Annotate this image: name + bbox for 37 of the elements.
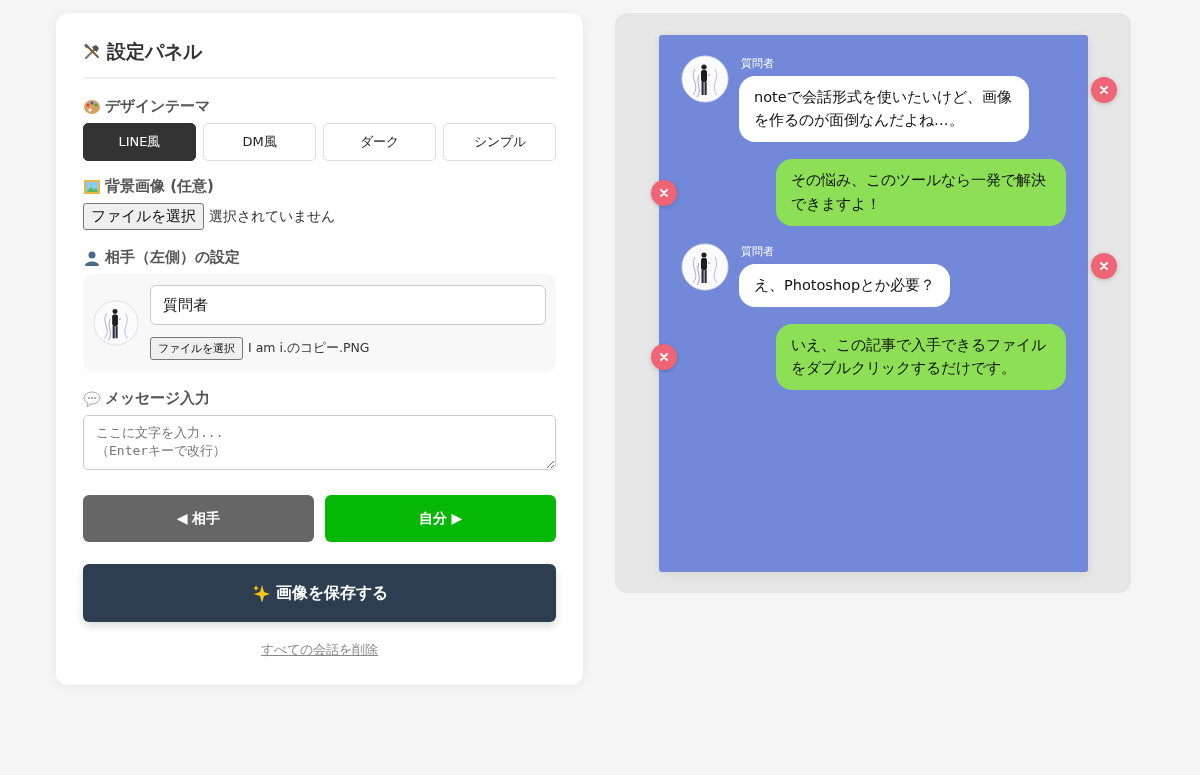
panel-title: 設定パネル bbox=[107, 39, 202, 64]
close-icon bbox=[660, 188, 668, 197]
section-label: 背景画像 (任意) bbox=[105, 177, 214, 196]
message-bubble: noteで会話形式を使いたいけど、画像を作るのが面倒なんだよね…。 bbox=[739, 76, 1029, 143]
message-input[interactable]: ここに文字を入力... （Enterキーで改行） bbox=[83, 415, 556, 470]
tools-icon bbox=[83, 43, 101, 61]
sender-name: 質問者 bbox=[741, 243, 775, 259]
close-icon bbox=[660, 353, 668, 362]
close-icon bbox=[1100, 85, 1108, 94]
image-icon bbox=[83, 177, 101, 196]
section-label: デザインテーマ bbox=[105, 97, 210, 116]
delete-button[interactable] bbox=[1091, 76, 1117, 103]
sparkle-icon bbox=[251, 584, 270, 602]
file-button[interactable]: ファイルを選択 bbox=[150, 337, 243, 360]
message-bubble: いえ、この記事で入手できるファイルをダブルクリックするだけです。 bbox=[776, 323, 1066, 391]
partner-send-button[interactable]: ◀ 相手 bbox=[83, 495, 314, 542]
file-button[interactable]: ファイルを選択 bbox=[83, 203, 204, 230]
sender-name: 質問者 bbox=[741, 56, 775, 71]
theme-button[interactable]: DM風 bbox=[203, 123, 316, 161]
delete-button[interactable] bbox=[1091, 252, 1117, 279]
file-name: 選択されていません bbox=[209, 207, 335, 226]
message-bubble: え、Photoshopとか必要？ bbox=[739, 263, 951, 307]
palette-icon bbox=[83, 97, 101, 116]
section-label: 相手（左側）の設定 bbox=[105, 248, 240, 267]
delete-button[interactable] bbox=[651, 344, 677, 371]
theme-button[interactable]: LINE風 bbox=[83, 123, 196, 161]
clear-link[interactable]: すべての会話を削除 bbox=[261, 641, 378, 659]
save-button[interactable]: 画像を保存する bbox=[83, 564, 556, 622]
close-icon bbox=[1100, 261, 1108, 270]
message-bubble: その悩み、このツールなら一発で解決できますよ！ bbox=[776, 159, 1066, 226]
name-field[interactable]: 質問者 bbox=[150, 285, 546, 325]
file-name: I am i.のコピー.PNG bbox=[248, 340, 370, 357]
theme-button[interactable]: ダーク bbox=[323, 123, 436, 161]
delete-button[interactable] bbox=[651, 179, 677, 206]
speech-bubble-icon bbox=[83, 389, 101, 408]
theme-button[interactable]: シンプル bbox=[443, 123, 556, 161]
section-label: メッセージ入力 bbox=[105, 389, 210, 408]
